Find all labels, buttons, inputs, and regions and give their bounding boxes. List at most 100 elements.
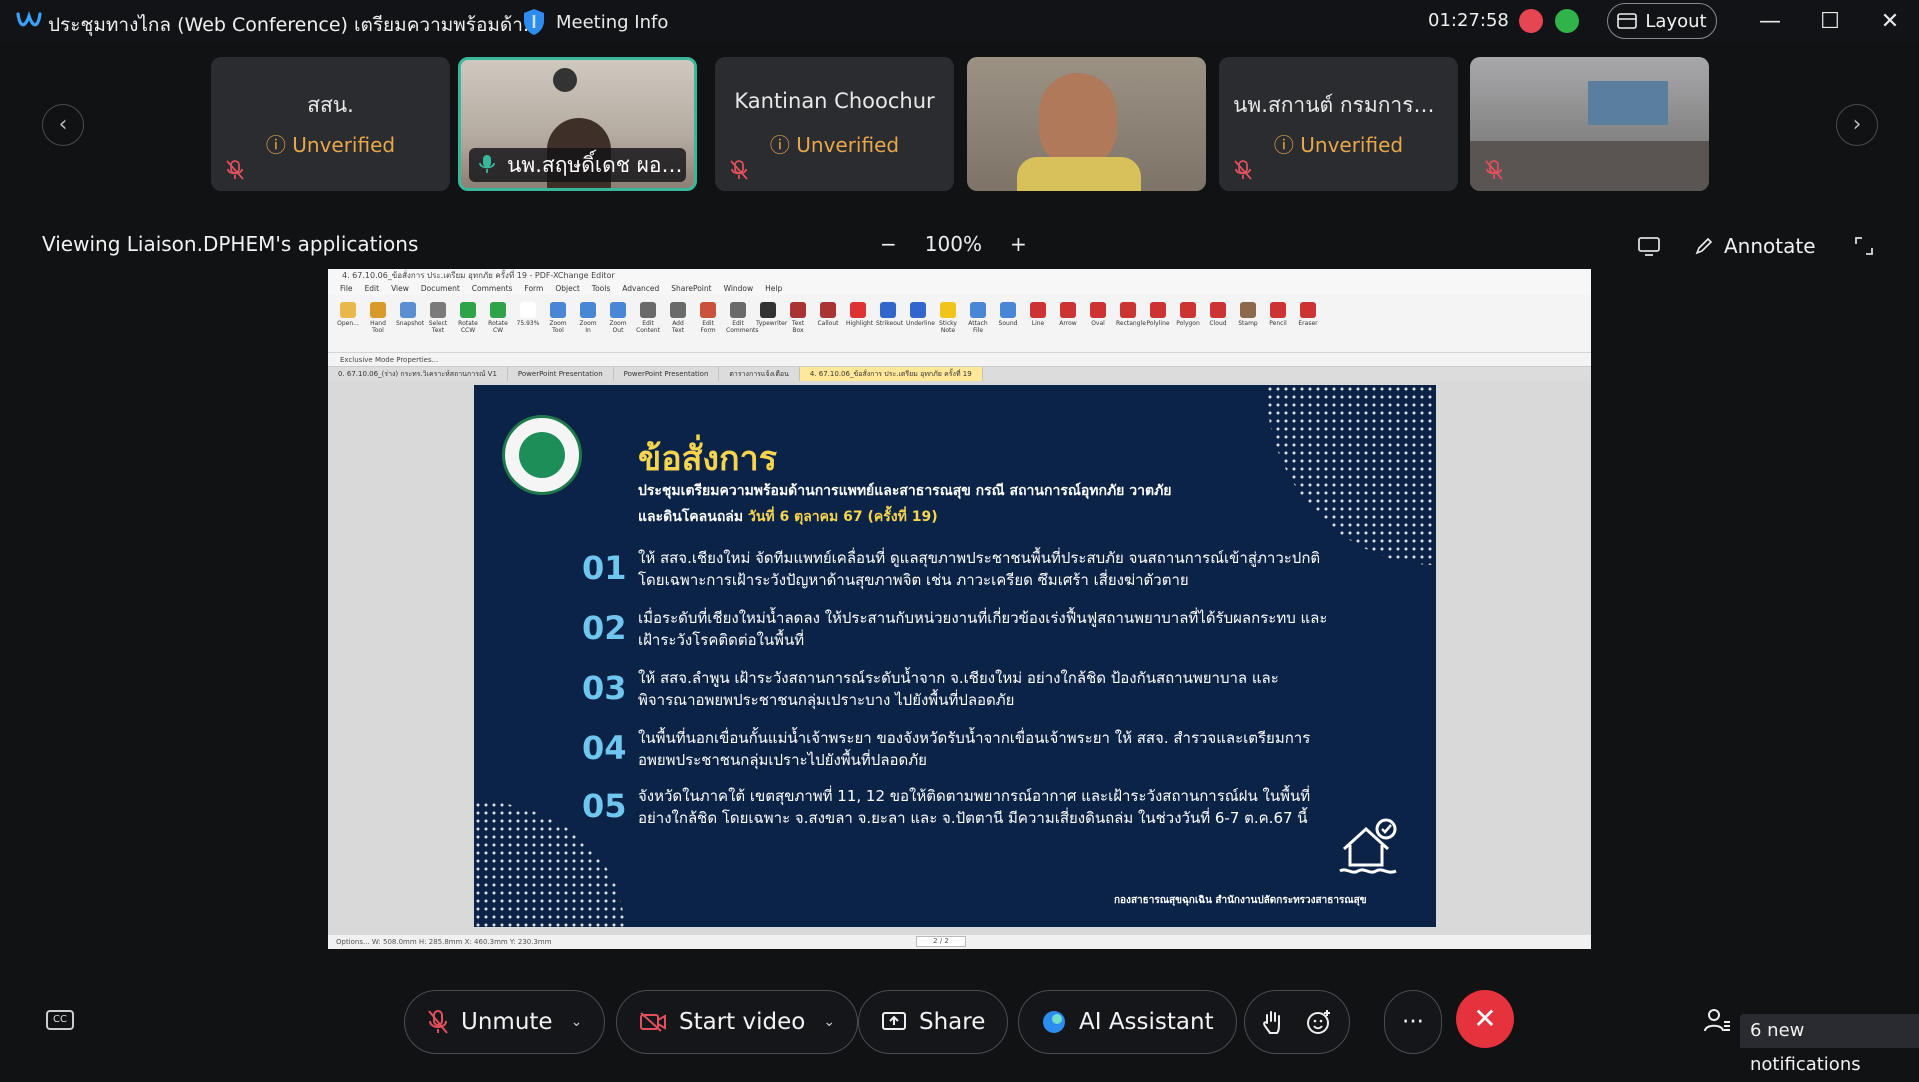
pdf-ribbon-button[interactable]: Polygon <box>1176 299 1200 349</box>
participant-tile-active-speaker[interactable]: นพ.สฤษดิ์เดช ผอ.ก... <box>458 57 697 191</box>
ribbon-tool-icon <box>550 302 566 318</box>
reaction-emoji-icon[interactable] <box>1305 1008 1333 1036</box>
pdf-menu-item[interactable]: Object <box>555 283 579 295</box>
zoom-out-button[interactable]: − <box>880 232 897 256</box>
pdf-ribbon-button[interactable]: Eraser <box>1296 299 1320 349</box>
notifications-badge[interactable]: 6 new notifications <box>1740 1014 1919 1075</box>
network-stats-icon[interactable] <box>1555 9 1579 33</box>
pdf-ribbon-button[interactable]: Stamp <box>1236 299 1260 349</box>
participant-tile[interactable]: สสน. ⓘ Unverified <box>211 57 450 191</box>
directive-item: 02 เมื่อระดับที่เชียงใหม่น้ำลดลง ให้ประส… <box>582 609 1328 649</box>
pdf-ribbon-button[interactable]: Rotate CW <box>486 299 510 349</box>
ribbon-tool-icon <box>730 302 746 318</box>
minimize-icon[interactable]: — <box>1754 8 1786 36</box>
pdf-ribbon-button[interactable]: Underline <box>906 299 935 349</box>
share-view-icon[interactable] <box>1637 234 1661 258</box>
leave-meeting-button[interactable]: ✕ <box>1456 990 1514 1048</box>
recording-icon[interactable] <box>1519 9 1543 33</box>
pdf-menu-item[interactable]: Help <box>765 283 782 295</box>
start-video-button[interactable]: Start video ⌄ <box>616 990 859 1054</box>
pdf-ribbon-button[interactable]: Open... <box>336 299 360 349</box>
fullscreen-icon[interactable] <box>1852 234 1876 258</box>
annotate-button[interactable]: Annotate <box>1694 234 1816 258</box>
pdf-menu-item[interactable]: View <box>391 283 409 295</box>
closed-captions-button[interactable]: CC <box>46 1010 74 1030</box>
pdf-ribbon-button[interactable]: Rectangle <box>1116 299 1146 349</box>
pdf-ribbon-button[interactable]: Zoom Tool <box>546 299 570 349</box>
pdf-ribbon-button[interactable]: Typewriter <box>756 299 787 349</box>
pdf-document-tab[interactable]: PowerPoint Presentation <box>614 367 720 381</box>
ribbon-button-label: Zoom Out <box>609 320 627 334</box>
chevron-down-icon[interactable]: ⌄ <box>571 1014 583 1030</box>
strip-prev-arrow-icon[interactable]: ‹ <box>42 104 84 146</box>
pdf-ribbon-button[interactable]: Edit Comments <box>726 299 759 349</box>
zoom-in-button[interactable]: + <box>1010 232 1027 256</box>
ribbon-button-label: Open... <box>337 320 359 327</box>
pdf-ribbon-button[interactable]: Arrow <box>1056 299 1080 349</box>
pdf-ribbon-button[interactable]: Oval <box>1086 299 1110 349</box>
pdf-window-title: 4. 67.10.06_ข้อสั่งการ ประ.เตรียม อุทกภั… <box>328 269 1591 283</box>
pdf-ribbon-button[interactable]: Text Box <box>786 299 810 349</box>
maximize-icon[interactable]: ☐ <box>1814 8 1846 36</box>
close-icon[interactable]: ✕ <box>1874 8 1906 36</box>
pdf-menu-item[interactable]: Document <box>421 283 460 295</box>
raise-hand-icon[interactable] <box>1261 1009 1283 1035</box>
pdf-ribbon-button[interactable]: Zoom Out <box>606 299 630 349</box>
participant-tile[interactable] <box>1470 57 1709 191</box>
room-table <box>1470 141 1709 191</box>
pdf-ribbon-button[interactable]: Pencil <box>1266 299 1290 349</box>
pdf-ribbon-button[interactable]: Callout <box>816 299 840 349</box>
ribbon-tool-icon <box>1030 302 1046 318</box>
meeting-info-button[interactable]: Meeting Info <box>522 6 668 38</box>
ribbon-tool-icon <box>370 302 386 318</box>
participant-tile[interactable] <box>967 57 1206 191</box>
more-options-button[interactable]: ··· <box>1384 990 1442 1054</box>
participant-tile[interactable]: นพ.สกานต์ กรมการแพ... ⓘ Unverified <box>1219 57 1458 191</box>
pdf-ribbon-button[interactable]: Hand Tool <box>366 299 390 349</box>
pdf-menu-item[interactable]: Tools <box>592 283 610 295</box>
pdf-document-tab[interactable]: ตารางการแจ้งเตือน <box>719 367 800 381</box>
share-button[interactable]: Share <box>858 990 1009 1054</box>
pdf-menu-item[interactable]: Comments <box>472 283 513 295</box>
pdf-ribbon-button[interactable]: Attach File <box>966 299 990 349</box>
page-number-field[interactable]: 2 / 2 <box>916 936 966 947</box>
chevron-down-icon[interactable]: ⌄ <box>823 1014 835 1030</box>
pdf-ribbon-button[interactable]: Snapshot <box>396 299 424 349</box>
video-off-icon <box>640 1012 666 1032</box>
strip-next-arrow-icon[interactable]: › <box>1836 104 1878 146</box>
pdf-ribbon-button[interactable]: Edit Content <box>636 299 660 349</box>
ribbon-button-label: Edit Comments <box>726 320 759 334</box>
pdf-document-tab[interactable]: PowerPoint Presentation <box>508 367 614 381</box>
pdf-ribbon-button[interactable]: Polyline <box>1146 299 1170 349</box>
pdf-ribbon-button[interactable]: Line <box>1026 299 1050 349</box>
pdf-ribbon-button[interactable]: Sticky Note <box>936 299 960 349</box>
pdf-menu-item[interactable]: Advanced <box>622 283 659 295</box>
pdf-ribbon-button[interactable]: Cloud <box>1206 299 1230 349</box>
ribbon-button-label: Oval <box>1091 320 1105 327</box>
pdf-ribbon-button[interactable]: Rotate CCW <box>456 299 480 349</box>
pdf-document-tab[interactable]: 0. 67.10.06_(ร่าง) กระทร.วิเคราะห์สถานกา… <box>328 367 508 381</box>
pdf-menu-item[interactable]: Window <box>724 283 754 295</box>
pdf-ribbon-button[interactable]: 75.93% <box>516 299 540 349</box>
pdf-menu-item[interactable]: Edit <box>365 283 380 295</box>
ribbon-tool-icon <box>460 302 476 318</box>
pdf-ribbon-button[interactable]: Add Text <box>666 299 690 349</box>
pdf-document-tab[interactable]: 4. 67.10.06_ข้อสั่งการ ประ.เตรียม อุทกภั… <box>799 367 983 381</box>
zoom-level[interactable]: 100% <box>925 232 982 256</box>
ribbon-tool-icon <box>1120 302 1136 318</box>
ribbon-button-label: 75.93% <box>516 320 540 327</box>
pdf-ribbon-button[interactable]: Highlight <box>846 299 873 349</box>
pdf-ribbon-button[interactable]: Zoom In <box>576 299 600 349</box>
pdf-ribbon-button[interactable]: Sound <box>996 299 1020 349</box>
participant-tile[interactable]: Kantinan Choochur ⓘ Unverified <box>715 57 954 191</box>
ai-assistant-button[interactable]: AI Assistant <box>1018 990 1237 1054</box>
unmute-button[interactable]: Unmute ⌄ <box>404 990 606 1054</box>
pdf-ribbon-button[interactable]: Edit Form <box>696 299 720 349</box>
pdf-menu-item[interactable]: Form <box>524 283 543 295</box>
pdf-ribbon-button[interactable]: Select Text <box>426 299 450 349</box>
pdf-menu-item[interactable]: File <box>340 283 353 295</box>
participants-icon[interactable] <box>1702 1006 1732 1036</box>
layout-button[interactable]: Layout <box>1607 3 1717 39</box>
pdf-menu-item[interactable]: SharePoint <box>671 283 711 295</box>
pdf-ribbon-button[interactable]: Strikeout <box>876 299 903 349</box>
